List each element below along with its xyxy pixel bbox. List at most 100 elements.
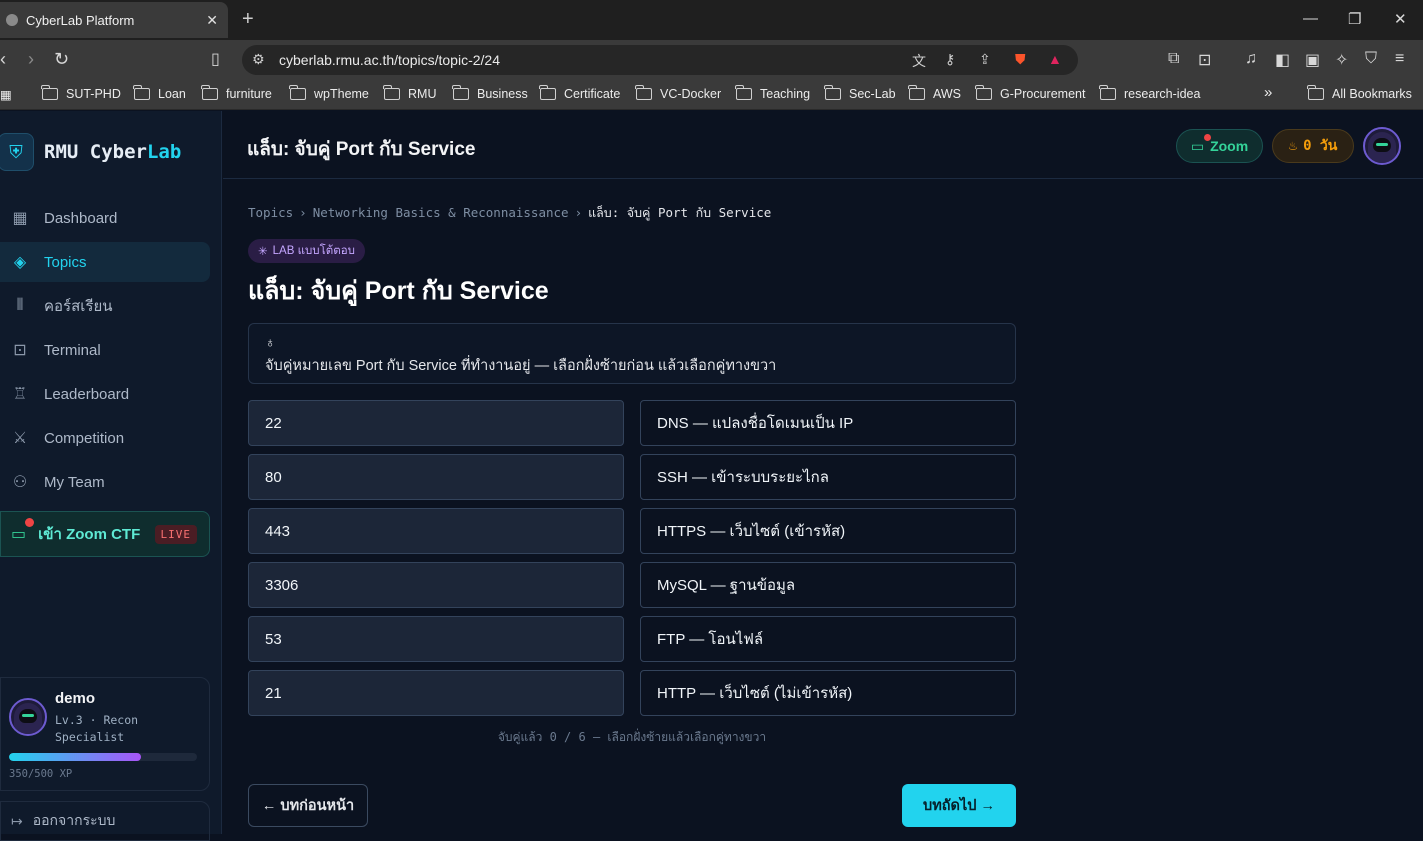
service-item[interactable]: HTTP — เว็บไซต์ (ไม่เข้ารหัส)	[640, 670, 1016, 716]
bookmark-folder[interactable]: Business	[452, 85, 528, 101]
logout-button[interactable]: ↦ ออกจากระบบ	[0, 801, 210, 841]
bookmark-folder[interactable]: wpTheme	[289, 85, 369, 101]
xp-text: 350/500 XP	[9, 768, 73, 780]
folder-icon	[975, 85, 992, 100]
favicon-icon	[6, 14, 18, 26]
folder-icon	[1307, 85, 1324, 100]
wallet-icon[interactable]: ▣	[1305, 50, 1320, 70]
breadcrumb: Topics › Networking Basics & Reconnaissanc…	[248, 205, 772, 220]
reload-icon[interactable]: ↻	[54, 49, 69, 70]
bookmark-icon[interactable]: ▯	[211, 49, 220, 69]
sparkle-icon: ✳	[258, 246, 268, 258]
key-icon[interactable]: ⚷	[945, 51, 955, 68]
forward-icon[interactable]: ›	[28, 49, 34, 70]
service-item[interactable]: FTP — โอนไฟล์	[640, 616, 1016, 662]
port-item[interactable]: 21	[248, 670, 624, 716]
sidebar-item-terminal[interactable]: ⊡ Terminal	[0, 330, 210, 370]
breadcrumb-topics[interactable]: Topics	[248, 205, 293, 220]
site-info-icon[interactable]: ⚙	[252, 51, 265, 68]
extensions-icon[interactable]: ⧉	[1168, 50, 1179, 68]
apps-icon[interactable]: ▦	[0, 87, 12, 102]
screenshot-icon[interactable]: ⊡	[1198, 50, 1211, 70]
hint-box: ♁ จับคู่หมายเลข Port กับ Service ที่ทำงา…	[248, 323, 1016, 384]
header-avatar[interactable]	[1363, 127, 1401, 165]
minimize-icon[interactable]: —	[1303, 10, 1318, 27]
port-item[interactable]: 3306	[248, 562, 624, 608]
user-card[interactable]: demo Lv.3 · Recon Specialist 350/500 XP	[0, 677, 210, 791]
sidebar-item-competition[interactable]: ⚔ Competition	[0, 418, 210, 458]
restore-icon[interactable]: ❐	[1348, 10, 1361, 28]
brave-rewards-icon[interactable]: ▲	[1048, 51, 1062, 67]
folder-icon	[824, 85, 841, 100]
brave-shield-icon[interactable]: ⛊	[1015, 51, 1026, 68]
bookmark-folder[interactable]: Certificate	[539, 85, 620, 101]
menu-icon[interactable]: ≡	[1395, 50, 1404, 68]
grid-icon: ▦	[12, 210, 28, 227]
service-item[interactable]: DNS — แปลงชื่อโดเมนเป็น IP	[640, 400, 1016, 446]
close-icon[interactable]: ✕	[206, 12, 218, 29]
bookmark-folder[interactable]: AWS	[908, 85, 961, 101]
sidebar-item-topics[interactable]: ◈ Topics	[0, 242, 210, 282]
music-icon[interactable]: ♫	[1245, 50, 1257, 68]
breadcrumb-current: แล็บ: จับคู่ Port กับ Service	[588, 205, 772, 220]
header-title: แล็บ: จับคู่ Port กับ Service	[247, 139, 476, 160]
sidebar-item-dashboard[interactable]: ▦ Dashboard	[0, 198, 210, 238]
brand[interactable]: ⛨ RMU CyberLab	[0, 133, 181, 171]
flame-icon: ♨	[1288, 138, 1298, 154]
bookmark-folder[interactable]: G-Procurement	[975, 85, 1085, 101]
service-item[interactable]: SSH — เข้าระบบระยะไกล	[640, 454, 1016, 500]
xp-bar	[9, 753, 197, 761]
folder-icon	[908, 85, 925, 100]
sidebar: ⛨ RMU CyberLab ▦ Dashboard ◈ Topics ⫴ คอร์ส…	[0, 111, 222, 841]
bookmark-folder[interactable]: furniture	[201, 85, 272, 101]
service-item[interactable]: HTTPS — เว็บไซต์ (เข้ารหัส)	[640, 508, 1016, 554]
bookmark-folder[interactable]: SUT-PHD	[41, 85, 121, 101]
page-title: แล็บ: จับคู่ Port กับ Service	[248, 277, 549, 305]
bookmark-folder[interactable]: Sec-Lab	[824, 85, 896, 101]
sidebar-item-courses[interactable]: ⫴ คอร์สเรียน	[0, 286, 210, 326]
bookmark-folder[interactable]: research-idea	[1099, 85, 1200, 101]
port-item[interactable]: 80	[248, 454, 624, 500]
folder-icon	[289, 85, 306, 100]
sidebar-item-my-team[interactable]: ⚇ My Team	[0, 462, 210, 502]
bookmark-folder[interactable]: VC-Docker	[635, 85, 721, 101]
video-icon: ▭	[11, 518, 34, 544]
bookmarks-overflow-icon[interactable]: »	[1264, 84, 1272, 101]
vpn-icon[interactable]: ⛉	[1365, 50, 1377, 68]
lab-badge: ✳ LAB แบบโต้ตอบ	[248, 239, 365, 263]
translate-icon[interactable]: 文	[912, 51, 926, 71]
leo-ai-icon[interactable]: ✧	[1335, 50, 1348, 70]
zoom-button[interactable]: ▭ Zoom	[1176, 129, 1263, 163]
window-close-icon[interactable]: ✕	[1394, 10, 1407, 28]
folder-icon	[735, 85, 752, 100]
port-item[interactable]: 22	[248, 400, 624, 446]
streak-badge[interactable]: ♨ 0 วัน	[1272, 129, 1354, 163]
port-item[interactable]: 443	[248, 508, 624, 554]
sidebar-toggle-icon[interactable]: ◧	[1275, 50, 1290, 70]
all-bookmarks[interactable]: All Bookmarks	[1307, 85, 1412, 101]
next-lesson-button[interactable]: บทถัดไป →	[902, 784, 1016, 827]
users-icon: ⚇	[12, 474, 28, 491]
share-icon[interactable]: ⇪	[979, 51, 991, 68]
lightbulb-icon: ♁	[265, 334, 276, 350]
swords-icon: ⚔	[12, 430, 28, 447]
folder-icon	[41, 85, 58, 100]
folder-icon	[539, 85, 556, 100]
back-icon[interactable]: ‹	[0, 49, 6, 70]
port-item[interactable]: 53	[248, 616, 624, 662]
browser-tab[interactable]: CyberLab Platform ✕	[0, 2, 228, 38]
prev-lesson-button[interactable]: ← บทก่อนหน้า	[248, 784, 368, 827]
library-icon: ⫴	[16, 297, 24, 314]
url-text[interactable]: cyberlab.rmu.ac.th/topics/topic-2/24	[279, 52, 500, 68]
live-badge: LIVE	[154, 524, 197, 544]
bookmark-folder[interactable]: Teaching	[735, 85, 810, 101]
address-bar[interactable]: ⚙ cyberlab.rmu.ac.th/topics/topic-2/24 文…	[242, 45, 1078, 75]
sidebar-item-leaderboard[interactable]: ♖ Leaderboard	[0, 374, 210, 414]
app: ⛨ RMU CyberLab ▦ Dashboard ◈ Topics ⫴ คอร์ส…	[0, 111, 1423, 841]
breadcrumb-topic[interactable]: Networking Basics & Reconnaissance	[313, 205, 569, 220]
service-item[interactable]: MySQL — ฐานข้อมูล	[640, 562, 1016, 608]
bookmark-folder[interactable]: Loan	[133, 85, 186, 101]
bookmark-folder[interactable]: RMU	[383, 85, 436, 101]
new-tab-icon[interactable]: +	[242, 8, 254, 30]
zoom-ctf-button[interactable]: ▭ เข้า Zoom CTF LIVE	[0, 511, 210, 557]
